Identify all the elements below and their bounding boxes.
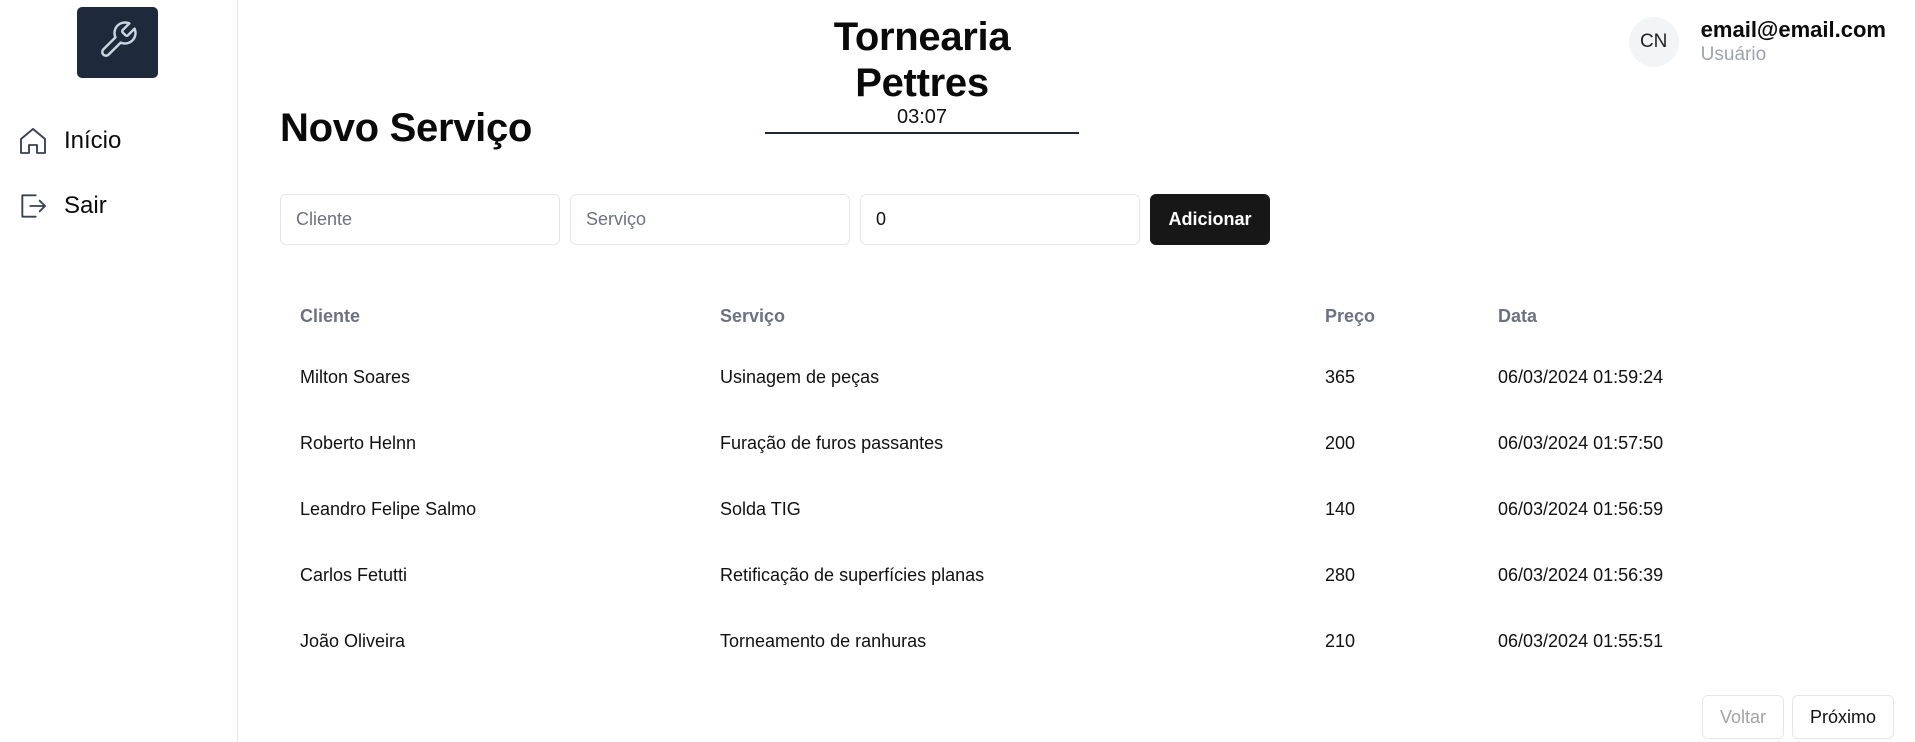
pagination: Voltar Próximo — [1694, 695, 1894, 739]
cell-preco: 365 — [1325, 366, 1356, 387]
preco-input[interactable] — [860, 194, 1140, 245]
services-table: Cliente Serviço Preço Data Milton Soares… — [280, 288, 1890, 674]
cell-preco: 210 — [1325, 630, 1356, 651]
avatar[interactable]: CN — [1628, 17, 1679, 67]
user-menu[interactable]: CN email@email.com Usuário — [1628, 17, 1886, 67]
cell-data: 06/03/2024 01:56:59 — [1498, 498, 1664, 519]
user-info: email@email.com Usuário — [1701, 17, 1886, 67]
table-row: Carlos Fetutti Retificação de superfície… — [280, 542, 1890, 608]
previous-page-button[interactable]: Voltar — [1702, 695, 1784, 739]
table-row: Milton Soares Usinagem de peças 365 06/0… — [280, 344, 1890, 410]
cell-servico: Torneamento de ranhuras — [720, 630, 927, 651]
cell-servico: Usinagem de peças — [720, 366, 880, 387]
sidebar-item-sair[interactable]: Sair — [16, 189, 107, 223]
app-title: Tornearia Pettres — [833, 15, 1011, 105]
cell-cliente: Leandro Felipe Salmo — [300, 498, 477, 519]
column-header-cliente: Cliente — [300, 305, 361, 326]
cell-servico: Solda TIG — [720, 498, 801, 519]
sidebar: Início Sair — [0, 0, 238, 742]
column-header-preco: Preço — [1325, 305, 1376, 326]
next-page-button[interactable]: Próximo — [1792, 695, 1894, 739]
add-button[interactable]: Adicionar — [1150, 194, 1270, 245]
clock: 03:07 — [896, 106, 948, 128]
cell-preco: 280 — [1325, 564, 1356, 585]
table-header-row: Cliente Serviço Preço Data — [280, 288, 1890, 344]
sidebar-item-label: Sair — [64, 192, 107, 219]
cell-servico: Furação de furos passantes — [720, 432, 944, 453]
new-service-form: Adicionar — [280, 194, 1270, 245]
logo[interactable] — [77, 7, 158, 78]
servico-input[interactable] — [570, 194, 850, 245]
app-header: Tornearia Pettres 03:07 — [765, 14, 1079, 134]
logout-icon — [16, 189, 50, 223]
cell-data: 06/03/2024 01:55:51 — [1498, 630, 1664, 651]
cell-data: 06/03/2024 01:59:24 — [1498, 366, 1664, 387]
sidebar-item-inicio[interactable]: Início — [16, 124, 121, 158]
page-title: Novo Serviço — [280, 106, 533, 150]
column-header-servico: Serviço — [720, 305, 786, 326]
column-header-data: Data — [1498, 305, 1538, 326]
user-email: email@email.com — [1700, 17, 1886, 42]
cell-preco: 140 — [1325, 498, 1356, 519]
table-row: João Oliveira Torneamento de ranhuras 21… — [280, 608, 1890, 674]
cell-cliente: João Oliveira — [300, 630, 406, 651]
sidebar-item-label: Início — [64, 127, 122, 154]
home-icon — [16, 124, 50, 158]
cliente-input[interactable] — [280, 194, 560, 245]
wrench-icon — [97, 19, 139, 66]
cell-data: 06/03/2024 01:57:50 — [1498, 432, 1664, 453]
cell-cliente: Carlos Fetutti — [300, 564, 408, 585]
user-role: Usuário — [1700, 44, 1767, 65]
cell-cliente: Roberto Helnn — [300, 432, 417, 453]
table-row: Leandro Felipe Salmo Solda TIG 140 06/03… — [280, 476, 1890, 542]
cell-data: 06/03/2024 01:56:39 — [1498, 564, 1664, 585]
table-row: Roberto Helnn Furação de furos passantes… — [280, 410, 1890, 476]
cell-servico: Retificação de superfícies planas — [720, 564, 985, 585]
cell-cliente: Milton Soares — [300, 366, 411, 387]
cell-preco: 200 — [1325, 432, 1356, 453]
